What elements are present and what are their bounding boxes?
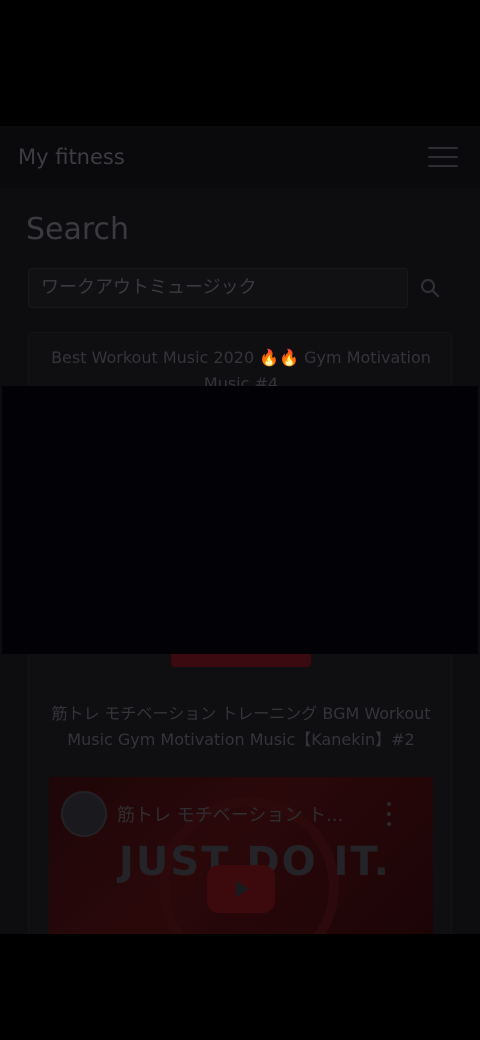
player-video-title[interactable]: 筋トレ モチベーション ト... [117,801,357,827]
channel-avatar[interactable] [61,791,107,837]
brand-title[interactable]: My fitness [18,145,125,169]
search-icon [420,278,440,298]
overlay-panel [2,386,478,654]
more-options-icon[interactable] [383,799,395,829]
play-button[interactable] [207,865,275,913]
page-title: Search [26,212,130,247]
search-button[interactable] [408,268,452,308]
navbar: My fitness [0,126,480,188]
result-title[interactable]: 筋トレ モチベーション トレーニング BGM Workout Music Gym… [29,701,453,753]
search-input[interactable]: ワークアウトミュージック [28,268,408,308]
video-player[interactable]: JUST DO IT. 筋トレ モチベーション ト... [49,777,433,934]
search-bar: ワークアウトミュージック [28,268,452,308]
menu-icon[interactable] [428,147,458,167]
navigation-bar [0,934,480,1040]
play-icon [236,881,249,897]
status-bar [0,0,480,126]
